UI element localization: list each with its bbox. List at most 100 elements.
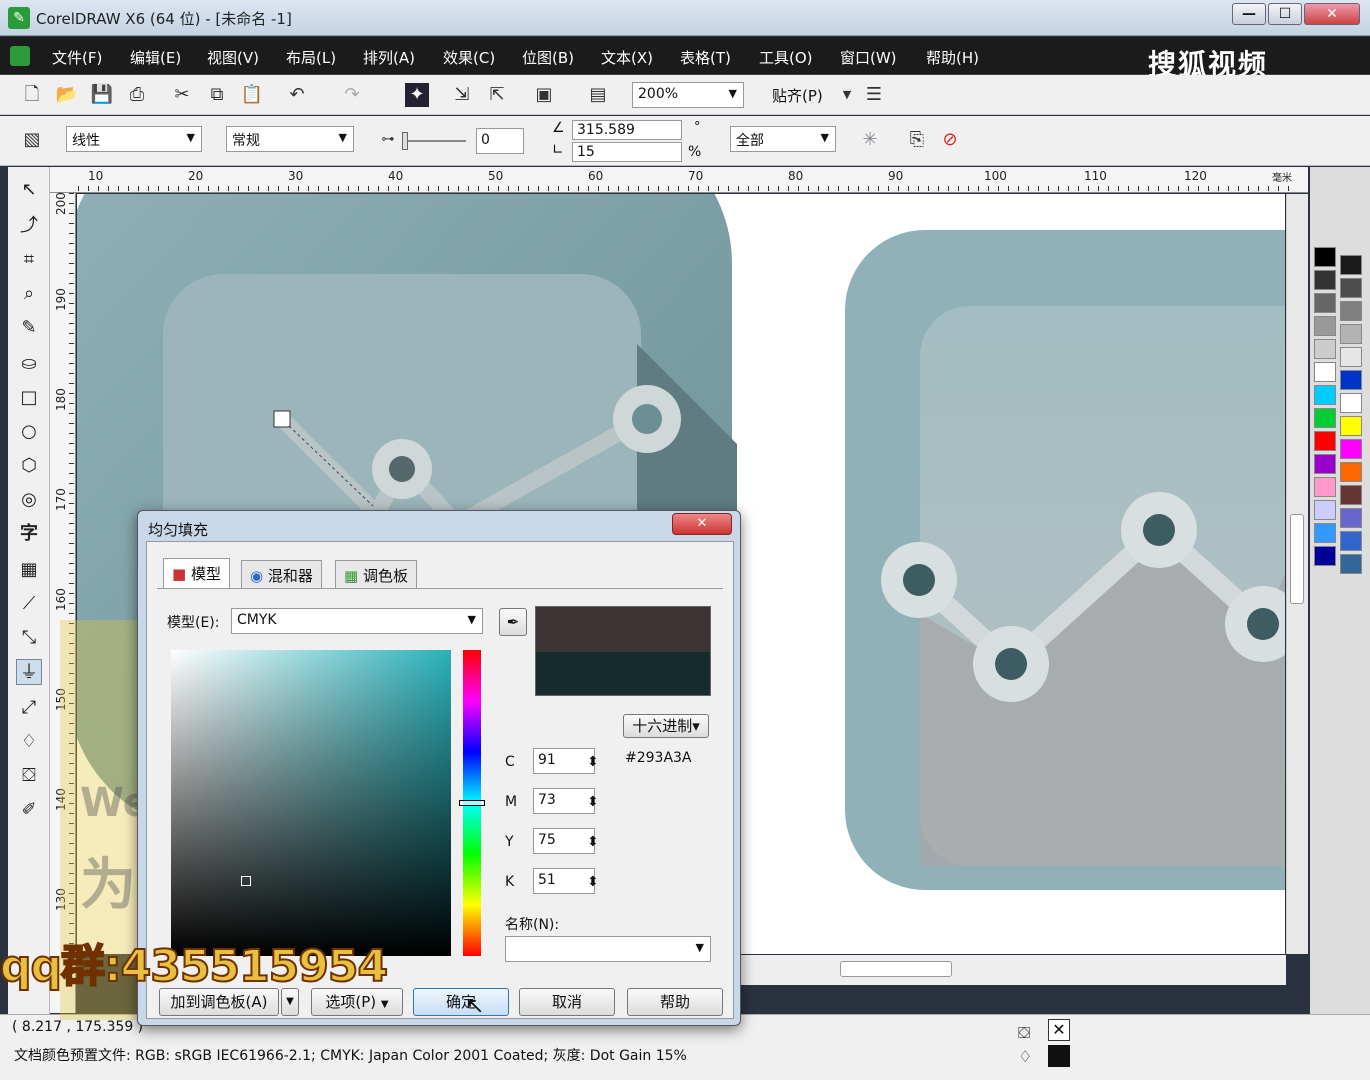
fill-bucket-icon[interactable]: ⛋	[16, 763, 42, 789]
palette-swatch[interactable]	[1314, 477, 1336, 497]
shape-tool-icon[interactable]: ⤴	[16, 213, 42, 239]
black-input[interactable]: 51	[533, 868, 595, 894]
menu-view[interactable]: 视图(V)	[207, 47, 259, 68]
rectangle-tool-icon[interactable]: □	[16, 385, 42, 411]
name-combo[interactable]: ▼	[505, 936, 711, 962]
hue-slider[interactable]	[459, 650, 485, 956]
palette-swatch[interactable]	[1314, 362, 1336, 382]
outline-color-swatch[interactable]	[1048, 1045, 1070, 1067]
application-launcher-icon[interactable]: ▣	[532, 83, 556, 107]
sparkle-icon[interactable]: ✳	[858, 128, 882, 152]
cyan-spinner[interactable]: ⬍	[587, 754, 599, 770]
corel-connect-icon[interactable]: ✦	[405, 83, 429, 107]
magenta-spinner[interactable]: ⬍	[587, 794, 599, 810]
vertical-scrollbar[interactable]	[1286, 194, 1308, 954]
hex-value[interactable]: #293A3A	[625, 750, 692, 766]
new-document-icon[interactable]: 🗋	[20, 83, 44, 107]
menu-arrange[interactable]: 排列(A)	[363, 47, 415, 68]
scope-combo[interactable]: 全部 ▼	[730, 126, 836, 152]
pick-tool-icon[interactable]: ↖	[16, 177, 42, 203]
crop-tool-icon[interactable]: ⌗	[16, 247, 42, 273]
palette-swatch[interactable]	[1314, 316, 1336, 336]
horizontal-scrollbar[interactable]	[700, 955, 1286, 985]
smart-fill-icon[interactable]: ⛀	[16, 351, 42, 377]
save-icon[interactable]: 💾	[90, 83, 114, 107]
import-icon[interactable]: ⇲	[450, 83, 474, 107]
polygon-tool-icon[interactable]: ⬡	[16, 453, 42, 479]
cut-icon[interactable]: ✂	[170, 83, 194, 107]
menu-layout[interactable]: 布局(L)	[286, 47, 336, 68]
text-tool-icon[interactable]: 字	[16, 521, 42, 547]
cancel-button[interactable]: 取消	[519, 988, 615, 1016]
copy-properties-icon[interactable]: ⎘	[905, 128, 929, 152]
palette-swatch[interactable]	[1340, 531, 1362, 551]
palette-swatch[interactable]	[1340, 439, 1362, 459]
horizontal-ruler[interactable]: 10 20 30 40 50 60 70 80 90 100 110 120 毫…	[50, 167, 1308, 193]
hue-slider-handle[interactable]	[459, 800, 485, 806]
open-icon[interactable]: 📂	[55, 83, 79, 107]
welcome-screen-icon[interactable]: ▤	[586, 83, 610, 107]
edge-pad-input[interactable]: 15	[572, 142, 682, 162]
color-profile-text[interactable]: 文档颜色预置文件: RGB: sRGB IEC61966-2.1; CMYK: …	[14, 1045, 687, 1065]
palette-swatch[interactable]	[1340, 554, 1362, 574]
minimize-button[interactable]: —	[1232, 3, 1266, 25]
color-field[interactable]	[171, 650, 451, 956]
midpoint-slider[interactable]	[404, 140, 466, 142]
no-fill-icon[interactable]: ⊘	[938, 128, 962, 152]
tab-mixers[interactable]: ◉ 混和器	[241, 560, 322, 588]
menu-file[interactable]: 文件(F)	[52, 47, 102, 68]
palette-swatch[interactable]	[1314, 247, 1336, 267]
menu-help[interactable]: 帮助(H)	[926, 47, 979, 68]
menu-bitmaps[interactable]: 位图(B)	[522, 47, 574, 68]
palette-swatch[interactable]	[1314, 270, 1336, 290]
yellow-input[interactable]: 75	[533, 828, 595, 854]
palette-swatch[interactable]	[1314, 523, 1336, 543]
palette-swatch[interactable]	[1314, 293, 1336, 313]
maximize-button[interactable]: ☐	[1268, 3, 1302, 25]
fill-none-swatch[interactable]: ✕	[1048, 1019, 1070, 1041]
palette-swatch[interactable]	[1314, 454, 1336, 474]
palette-swatch[interactable]	[1340, 255, 1362, 275]
angle-input[interactable]: 315.589	[572, 120, 682, 140]
options-icon[interactable]: ☰	[862, 83, 886, 107]
close-button[interactable]: ✕	[1304, 3, 1360, 25]
eyedropper-button[interactable]: ✒	[499, 608, 527, 636]
palette-swatch[interactable]	[1340, 393, 1362, 413]
menu-effects[interactable]: 效果(C)	[443, 47, 495, 68]
palette-swatch[interactable]	[1314, 408, 1336, 428]
smart-drawing-icon[interactable]: ✐	[16, 797, 42, 823]
menu-tools[interactable]: 工具(O)	[759, 47, 813, 68]
cyan-input[interactable]: 91	[533, 748, 595, 774]
copy-icon[interactable]: ⧉	[205, 83, 229, 107]
chevron-down-icon[interactable]: ▼	[835, 83, 859, 107]
black-spinner[interactable]: ⬍	[587, 874, 599, 890]
redo-icon[interactable]: ↷	[340, 83, 364, 107]
icon-large-right[interactable]	[845, 230, 1285, 890]
palette-swatch[interactable]	[1340, 462, 1362, 482]
ok-button[interactable]: 确定	[413, 988, 509, 1016]
basic-shapes-icon[interactable]: ◎	[16, 487, 42, 513]
tab-models[interactable]: ■ 模型	[163, 558, 230, 588]
menu-text[interactable]: 文本(X)	[601, 47, 653, 68]
palette-swatch[interactable]	[1340, 416, 1362, 436]
connector-tool-icon[interactable]: ⤡	[16, 625, 42, 651]
export-icon[interactable]: ⇱	[485, 83, 509, 107]
undo-icon[interactable]: ↶	[285, 83, 309, 107]
paste-icon[interactable]: 📋	[240, 83, 264, 107]
palette-swatch[interactable]	[1314, 339, 1336, 359]
palette-swatch[interactable]	[1314, 431, 1336, 451]
model-select[interactable]: CMYK ▼	[231, 608, 483, 634]
palette-swatch[interactable]	[1340, 347, 1362, 367]
ellipse-tool-icon[interactable]: ○	[16, 419, 42, 445]
menu-edit[interactable]: 编辑(E)	[130, 47, 181, 68]
midpoint-slider-handle[interactable]	[402, 132, 408, 150]
vertical-scroll-thumb[interactable]	[1290, 514, 1304, 604]
palette-swatch[interactable]	[1314, 500, 1336, 520]
snap-to-button[interactable]: 贴齐(P)	[772, 85, 823, 106]
palette-swatch[interactable]	[1340, 485, 1362, 505]
hex-format-button[interactable]: 十六进制▾	[623, 714, 709, 738]
interactive-fill-tool-icon[interactable]: ⏚	[16, 659, 42, 685]
menu-window[interactable]: 窗口(W)	[840, 47, 897, 68]
palette-swatch[interactable]	[1314, 546, 1336, 566]
fill-editor-icon[interactable]: ▧	[20, 128, 44, 152]
